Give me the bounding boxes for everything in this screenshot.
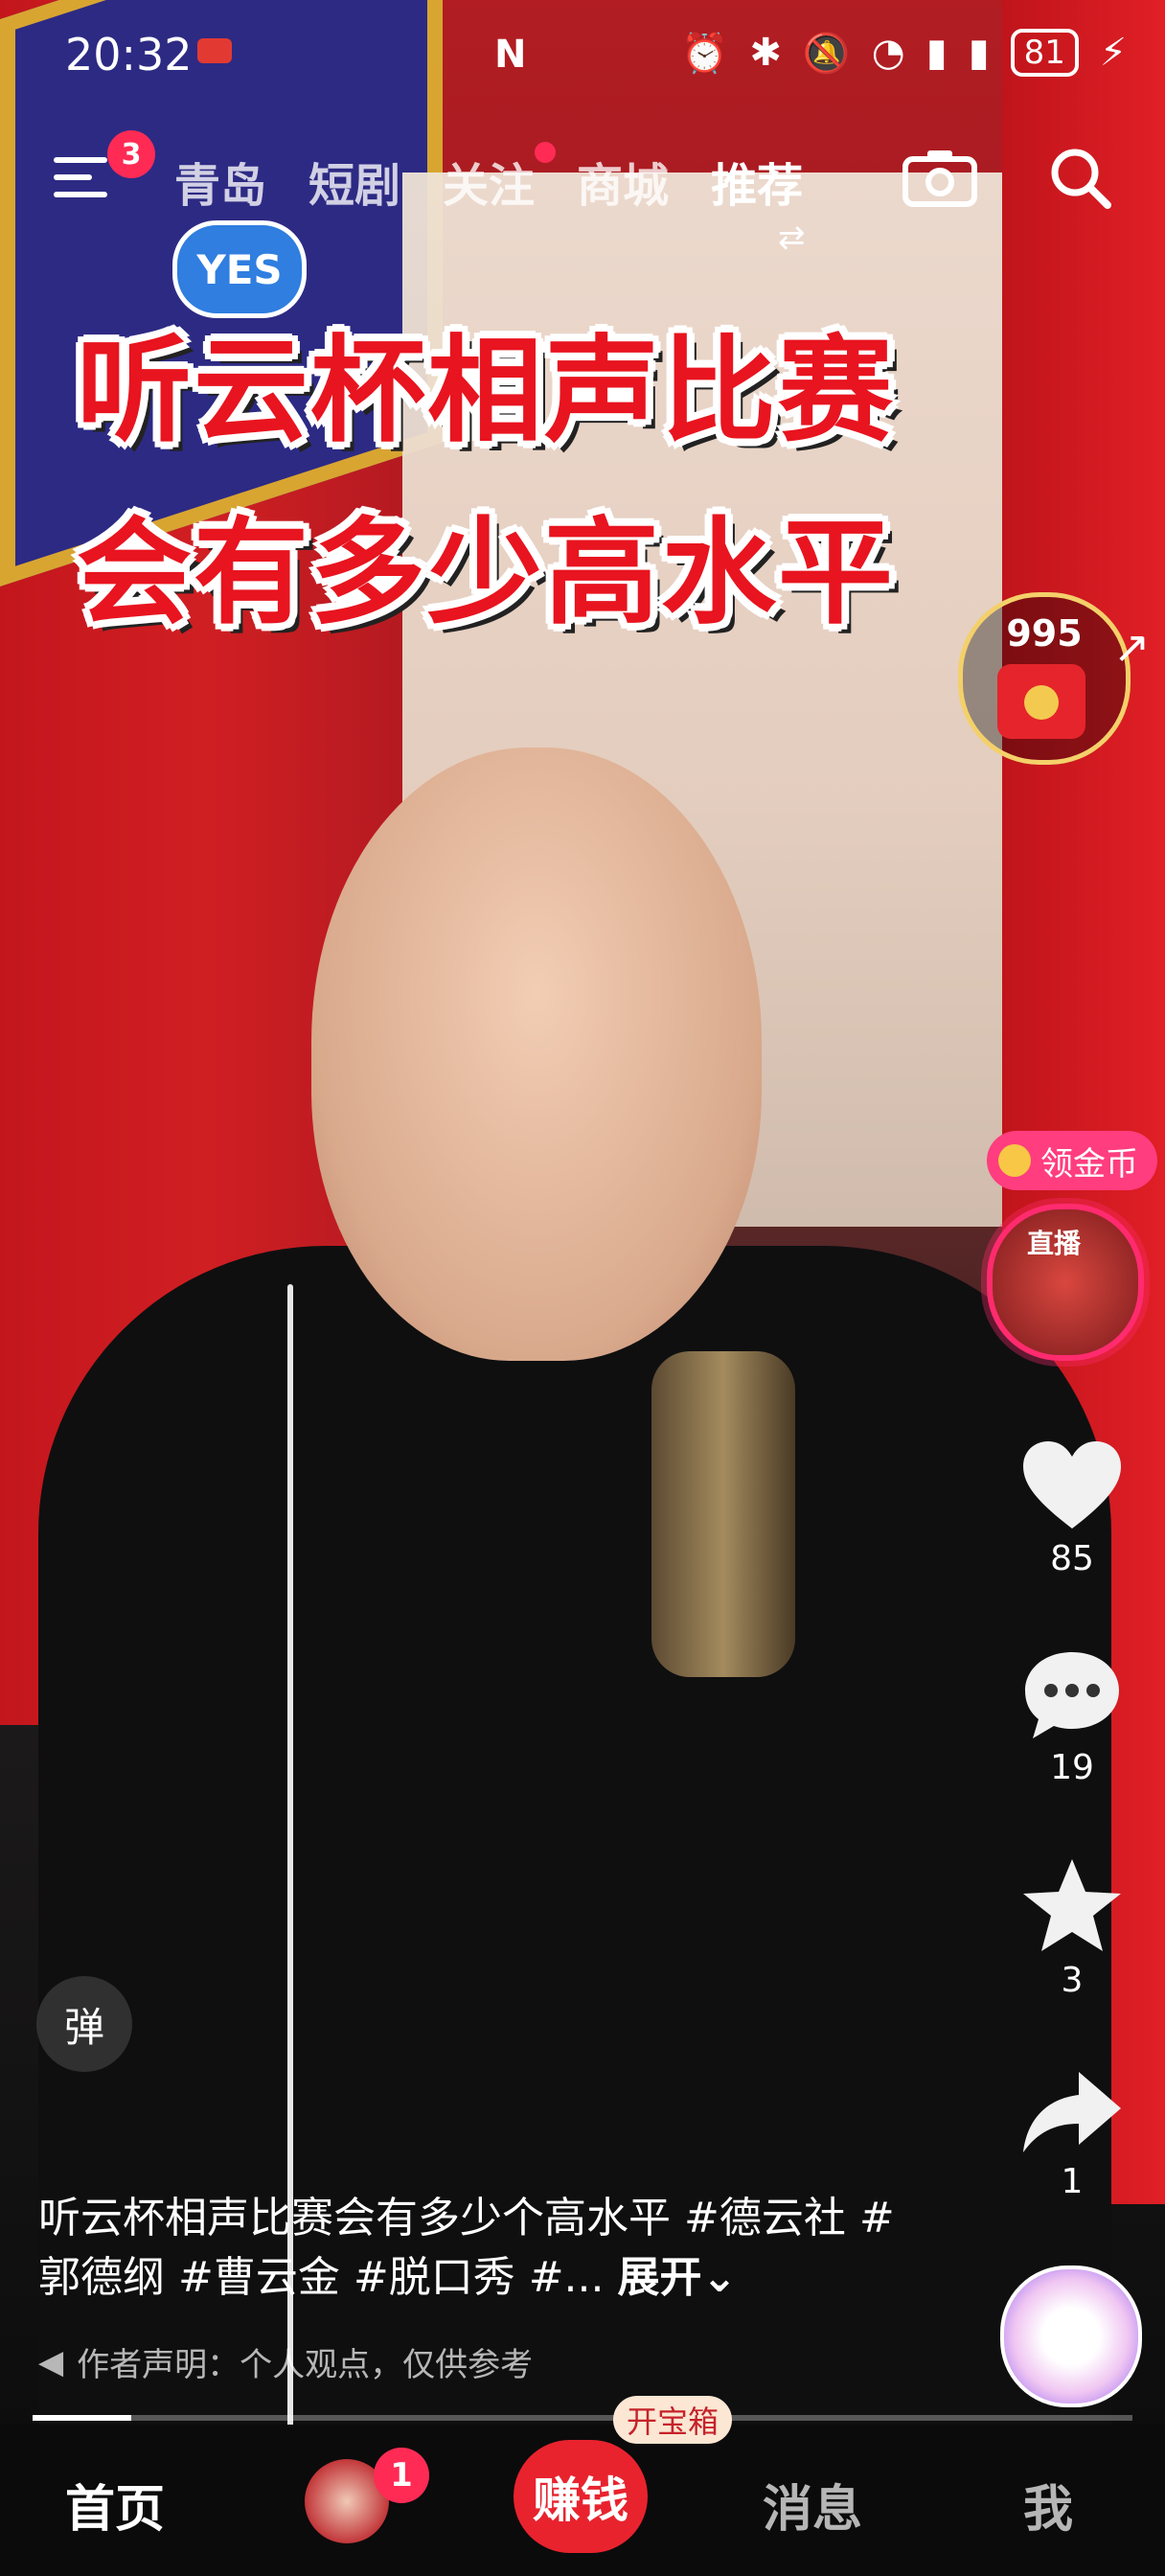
wifi-icon: ◔ [871,31,905,75]
feed-tabs: 青岛 短剧 关注 商城 推荐 [174,142,803,215]
share-button[interactable]: 1 [1000,2066,1144,2201]
favorite-count: 3 [1061,1961,1084,2000]
comment-button[interactable]: 19 [1000,1646,1144,1787]
expand-label: 展开 [617,2253,702,2302]
menu-icon[interactable] [54,157,107,199]
danmaku-toggle[interactable]: 弹 [36,1976,132,2072]
video-player[interactable]: 听云杯相声比赛 会有多少高水平 YES [0,0,1165,2425]
red-packet-count: 995 [1006,612,1083,655]
music-disc-icon[interactable] [1000,2266,1142,2407]
author-disclaimer: ◀ 作者声明：个人观点，仅供参考 [38,2338,533,2385]
app-notification-icon [197,38,232,63]
coin-icon [1024,685,1059,720]
like-count: 85 [1050,1539,1094,1578]
video-caption-line1: 听云杯相声比赛 [77,325,895,458]
signal-icon: ▮ [925,31,948,75]
mute-icon: 🔕 [802,31,851,76]
alarm-icon: ⏰ [680,31,729,76]
video-caption-line2: 会有多少高水平 [77,507,895,640]
signal-icon-2: ▮ [968,31,990,75]
menu-badge: 3 [107,130,155,178]
bluetooth-icon: ✱ [749,31,782,75]
status-time: 20:32 [65,29,193,80]
tab-following[interactable]: 关注 [443,142,557,215]
share-count: 1 [1061,2162,1084,2201]
author-live-avatar[interactable]: 直播 [987,1204,1144,1361]
status-icons: ⏰ ✱ 🔕 ◔ ▮ ▮ 81 ⚡ [681,29,1127,77]
gold-coin-icon [998,1144,1031,1177]
disclaimer-text: 作者声明：个人观点，仅供参考 [77,2346,534,2384]
open-chest-badge[interactable]: 开宝箱 [613,2396,733,2444]
tab-following-label: 关注 [443,159,536,213]
favorite-button[interactable]: 3 [1000,1855,1144,2000]
nav-me[interactable]: 我 [1023,2469,1073,2541]
progress-fill [33,2415,132,2421]
tab-recommend[interactable]: 推荐 [711,148,803,215]
nav-earn-button[interactable]: 赚钱 [514,2440,648,2553]
unread-dot [535,142,557,163]
description-text: 听云杯相声比赛会有多少个高水平 #德云社 #郭德纲 #曹云金 #脱口秀 #... [38,2194,895,2302]
tab-short-drama[interactable]: 短剧 [308,148,400,215]
video-progress-bar[interactable] [33,2415,1132,2421]
search-icon[interactable] [1048,146,1113,211]
comment-count: 19 [1050,1748,1094,1787]
top-nav: 3 青岛 短剧 关注 商城 推荐 ⇄ [0,130,1165,257]
charging-icon: ⚡ [1099,31,1127,75]
nav-messages[interactable]: 消息 [763,2469,862,2541]
status-bar: 20:32 N ⏰ ✱ 🔕 ◔ ▮ ▮ 81 ⚡ [0,0,1165,115]
collect-coins-button[interactable]: 领金币 [987,1131,1157,1190]
expand-button[interactable]: 展开⌄ [618,2253,738,2302]
chevron-down-icon: ⌄ [701,2253,738,2302]
nfc-icon: N [494,33,527,77]
speaker-icon: ◀ [38,2342,64,2381]
share-icon [1023,2072,1121,2152]
red-packet-widget[interactable]: 995 [958,592,1131,765]
swap-icon[interactable]: ⇄ [778,218,806,257]
performer [38,748,1111,2425]
collect-coins-label: 领金币 [1040,1144,1138,1184]
bottom-nav: 首页 1 赚钱 开宝箱 消息 我 [0,2396,1165,2576]
tab-qingdao[interactable]: 青岛 [174,148,266,215]
battery-indicator: 81 [1010,29,1079,77]
microphone [651,1351,795,1677]
arrow-icon: ↗ [1113,621,1151,673]
comment-icon [1025,1652,1119,1738]
live-label: 直播 [1027,1228,1082,1259]
star-icon [1023,1859,1121,1951]
camera-icon[interactable] [902,148,977,207]
video-description[interactable]: 听云杯相声比赛会有多少个高水平 #德云社 #郭德纲 #曹云金 #脱口秀 #...… [38,2189,901,2308]
tab-mall[interactable]: 商城 [577,148,669,215]
nav-home[interactable]: 首页 [65,2469,165,2541]
heart-icon [1023,1441,1121,1529]
performer-head [311,748,762,1361]
friends-badge: 1 [374,2448,429,2503]
like-button[interactable]: 85 [1000,1438,1144,1578]
